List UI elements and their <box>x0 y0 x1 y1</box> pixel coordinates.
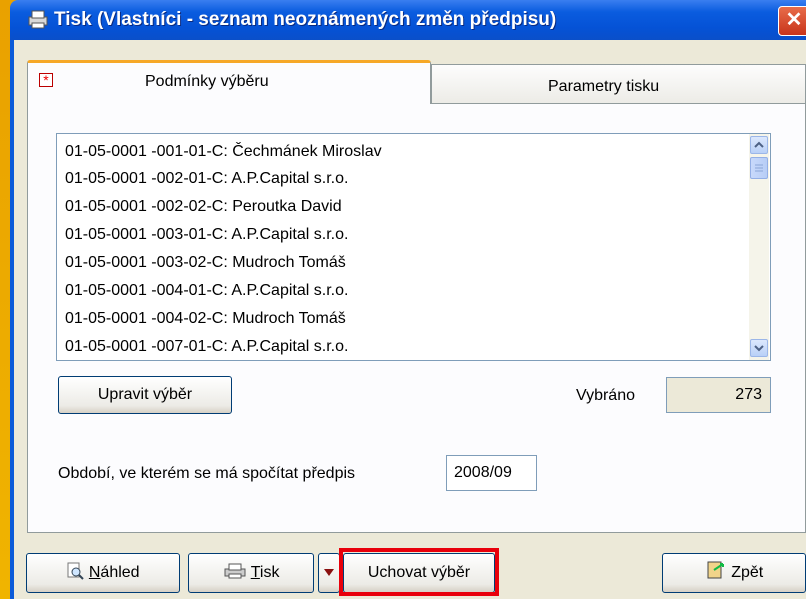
list-item[interactable]: 01-05-0001 -002-02-C: Peroutka David <box>65 198 342 216</box>
period-value: 2008/09 <box>454 464 512 481</box>
scroll-thumb[interactable] <box>750 157 768 179</box>
list-item[interactable]: 01-05-0001 -003-01-C: A.P.Capital s.r.o. <box>65 226 348 244</box>
dropdown-arrow-icon <box>324 569 334 576</box>
list-scrollbar[interactable] <box>749 134 769 360</box>
period-input[interactable]: 2008/09 <box>446 455 537 491</box>
preview-button[interactable]: Náhled <box>26 553 180 593</box>
period-label: Období, ve kterém se má spočítat předpis <box>58 465 356 482</box>
tab-selection-conditions[interactable]: * Podmínky výběru <box>27 60 431 104</box>
print-options-dropdown[interactable] <box>318 553 340 593</box>
list-item[interactable]: 01-05-0001 -002-01-C: A.P.Capital s.r.o. <box>65 170 348 188</box>
owner-listbox[interactable]: 01-05-0001 -001-01-C: Čechmánek Miroslav… <box>56 133 771 361</box>
scroll-up-button[interactable] <box>750 136 768 154</box>
list-item[interactable]: 01-05-0001 -007-01-C: A.P.Capital s.r.o. <box>65 338 348 356</box>
tab-print-parameters[interactable]: Parametry tisku <box>431 64 806 104</box>
back-door-icon <box>707 561 724 579</box>
tab-label: Podmínky výběru <box>145 73 269 90</box>
selected-count-field: 273 <box>666 377 771 413</box>
grip-icon <box>755 164 763 172</box>
edit-selection-label: Upravit výběr <box>97 386 193 403</box>
back-label: Zpět <box>731 564 764 581</box>
printer-icon <box>28 10 48 29</box>
scroll-up-icon <box>754 141 764 148</box>
scroll-down-icon <box>754 345 764 352</box>
selected-count-label: Vybráno <box>576 387 635 404</box>
required-marker-icon: * <box>39 73 53 87</box>
close-button[interactable]: ✕ <box>778 6 806 36</box>
tab-label: Parametry tisku <box>548 78 660 95</box>
magnifier-icon <box>67 562 85 580</box>
highlight-box <box>339 548 499 596</box>
list-item[interactable]: 01-05-0001 -004-01-C: A.P.Capital s.r.o. <box>65 282 348 300</box>
edit-selection-button[interactable]: Upravit výběr <box>58 376 232 414</box>
scroll-down-button[interactable] <box>750 339 768 357</box>
back-button[interactable]: Zpět <box>662 553 806 593</box>
list-item[interactable]: 01-05-0001 -001-01-C: Čechmánek Miroslav <box>65 143 382 161</box>
print-button[interactable]: Tisk <box>188 553 314 593</box>
window-title: Tisk (Vlastníci - seznam neoznámených zm… <box>54 9 557 30</box>
close-icon: ✕ <box>785 9 803 31</box>
preview-label: áhled <box>100 564 140 581</box>
preview-accesskey: N <box>88 564 101 581</box>
list-item[interactable]: 01-05-0001 -004-02-C: Mudroch Tomáš <box>65 310 346 328</box>
print-label: isk <box>259 564 280 581</box>
title-bar: Tisk (Vlastníci - seznam neoznámených zm… <box>10 0 806 40</box>
selected-count-value: 273 <box>735 386 762 403</box>
list-item[interactable]: 01-05-0001 -003-02-C: Mudroch Tomáš <box>65 254 346 272</box>
printer-icon <box>224 563 246 579</box>
print-accesskey: T <box>250 564 260 581</box>
